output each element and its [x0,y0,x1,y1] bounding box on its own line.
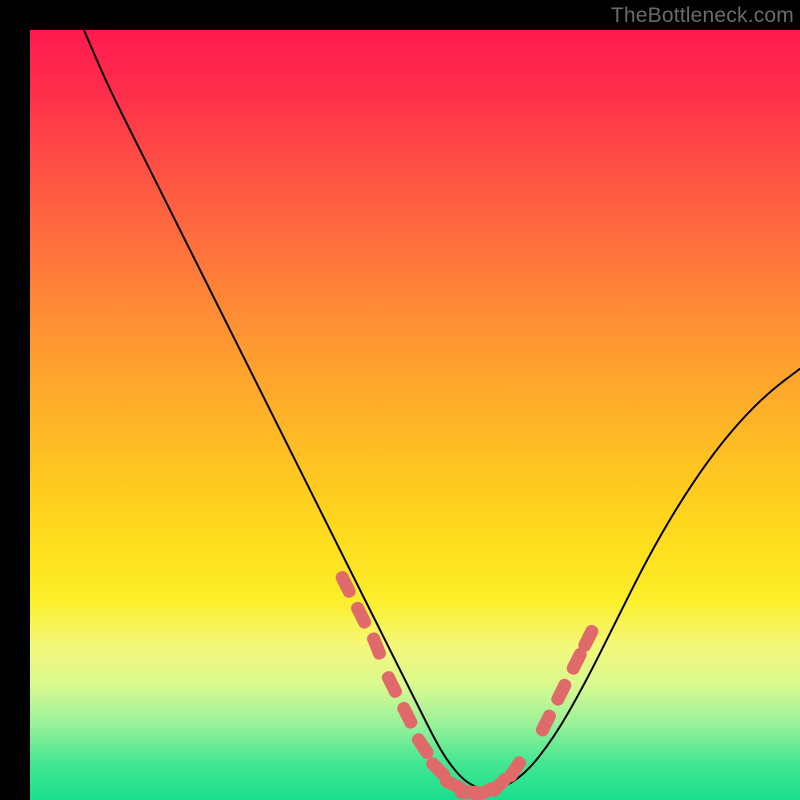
marker-pill [549,677,573,708]
marker-pill [380,669,404,700]
marker-pill [395,700,419,731]
bottleneck-curve-line [84,30,800,790]
bottleneck-curve-svg [30,30,800,800]
marker-pill [334,569,358,600]
marker-pill [365,631,387,662]
marker-pill [349,600,373,631]
plot-area [30,30,800,800]
watermark-text: TheBottleneck.com [611,4,794,28]
curve-group [84,30,800,800]
marker-pill [576,623,600,654]
chart-frame: TheBottleneck.com [0,0,800,800]
highlighted-segments [334,569,601,800]
